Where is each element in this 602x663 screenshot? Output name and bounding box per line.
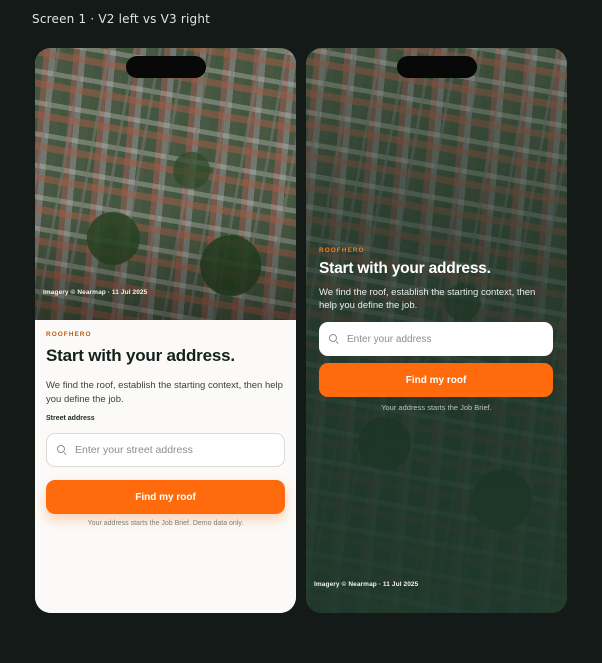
footnote: Your address starts the Job Brief. bbox=[381, 403, 492, 412]
street-address-label: Street address bbox=[46, 415, 95, 422]
intro-text: We find the roof, establish the starting… bbox=[46, 380, 283, 405]
address-panel: ROOFHERO Start with your address. We fin… bbox=[35, 320, 296, 613]
find-my-roof-button[interactable]: Find my roof bbox=[319, 363, 553, 397]
brand-label: ROOFHERO bbox=[319, 247, 365, 254]
phone-notch bbox=[396, 56, 477, 78]
address-input[interactable] bbox=[347, 333, 553, 345]
street-address-input[interactable] bbox=[75, 444, 284, 456]
headline: Start with your address. bbox=[46, 346, 235, 365]
search-icon bbox=[329, 334, 339, 344]
phone-v3: ROOFHERO Start with your address. We fin… bbox=[306, 48, 567, 613]
screen-title: Screen 1 · V2 left vs V3 right bbox=[32, 12, 211, 26]
intro-text: We find the roof, establish the starting… bbox=[319, 287, 536, 311]
imagery-credit: Imagery © Nearmap · 11 Jul 2025 bbox=[43, 289, 148, 296]
address-field[interactable] bbox=[319, 322, 553, 356]
footnote: Your address starts the Job Brief. Demo … bbox=[87, 520, 244, 527]
find-my-roof-button[interactable]: Find my roof bbox=[46, 480, 285, 514]
search-icon bbox=[57, 445, 67, 455]
street-address-field[interactable] bbox=[46, 433, 285, 467]
brand-label: ROOFHERO bbox=[46, 331, 92, 338]
aerial-imagery bbox=[35, 48, 296, 320]
phone-v2: Imagery © Nearmap · 11 Jul 2025 ROOFHERO… bbox=[35, 48, 296, 613]
headline: Start with your address. bbox=[319, 260, 491, 277]
phone-notch bbox=[125, 56, 206, 78]
imagery-credit: Imagery © Nearmap · 11 Jul 2025 bbox=[314, 581, 419, 588]
